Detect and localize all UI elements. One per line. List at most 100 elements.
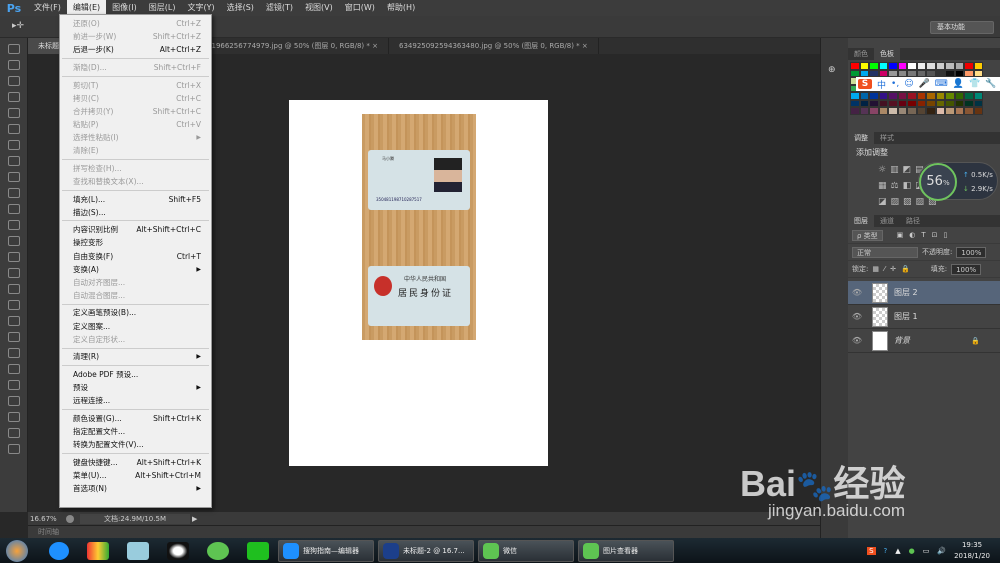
color-swatch[interactable] — [954, 69, 964, 77]
color-swatch[interactable] — [926, 69, 936, 77]
layer-name[interactable]: 背景 — [894, 335, 910, 346]
edit-menu-item[interactable]: 清理(R) ▶ — [60, 350, 211, 363]
color-swatch[interactable] — [869, 107, 879, 115]
tab-document[interactable]: 634925092594363480.jpg @ 50% (图层 0, RGB/… — [389, 38, 599, 54]
edit-menu-item[interactable]: 变换(A) ▶ — [60, 263, 211, 276]
color-swatch[interactable] — [869, 92, 879, 100]
panel-tab[interactable]: 颜色 — [848, 48, 874, 60]
edit-menu-item[interactable]: 首选项(N) ▶ — [60, 482, 211, 495]
color-swatch[interactable] — [935, 99, 945, 107]
tool-button[interactable] — [8, 364, 20, 374]
tool-button[interactable] — [8, 284, 20, 294]
menu-8[interactable]: 窗口(W) — [339, 0, 381, 16]
color-swatch[interactable] — [859, 99, 869, 107]
tool-button[interactable] — [8, 236, 20, 246]
color-swatch[interactable] — [954, 107, 964, 115]
color-swatch[interactable] — [897, 92, 907, 100]
color-swatch[interactable] — [878, 99, 888, 107]
taskbar-button[interactable]: 未标题-2 @ 16.7... — [378, 539, 474, 562]
color-swatch[interactable] — [869, 99, 879, 107]
notepad-icon[interactable] — [127, 541, 149, 560]
move-tool-icon[interactable]: ▸✛ — [12, 21, 24, 31]
edit-menu-item[interactable]: 粘贴(P) Ctrl+V — [60, 118, 211, 131]
color-swatch[interactable] — [878, 92, 888, 100]
info-icon[interactable] — [66, 514, 74, 523]
edit-menu-item[interactable]: 指定配置文件... — [60, 425, 211, 438]
tool-button[interactable] — [8, 188, 20, 198]
panel-tab[interactable]: 样式 — [874, 132, 900, 144]
panel-tab[interactable]: 调整 — [848, 132, 874, 144]
panel-tab[interactable]: 路径 — [900, 215, 926, 227]
skin-icon[interactable]: 👕 — [969, 79, 980, 89]
clock[interactable]: 19:35 2018/1/20 — [954, 540, 990, 562]
color-swatch[interactable] — [850, 92, 860, 100]
color-swatch[interactable] — [850, 62, 860, 70]
history-icon[interactable]: ⊕ — [828, 65, 836, 75]
color-swatch[interactable] — [973, 69, 983, 77]
edit-menu-item[interactable]: 自由变换(F) Ctrl+T — [60, 249, 211, 262]
color-swatch[interactable] — [888, 107, 898, 115]
color-swatch[interactable] — [850, 107, 860, 115]
tool-button[interactable] — [8, 332, 20, 342]
edit-menu-item[interactable]: 渐隐(D)... Shift+Ctrl+F — [60, 61, 211, 74]
tool-button[interactable] — [8, 348, 20, 358]
taskbar-button[interactable]: 微信 — [478, 539, 574, 562]
color-swatch[interactable] — [888, 92, 898, 100]
panel-tab[interactable]: 色板 — [874, 48, 900, 60]
color-swatch[interactable] — [926, 62, 936, 70]
color-swatch[interactable] — [916, 99, 926, 107]
show-hidden-icon[interactable]: ▲ — [895, 547, 900, 555]
ime-mode[interactable]: 中 — [877, 78, 886, 91]
edit-menu-item[interactable]: 填充(L)... Shift+F5 — [60, 193, 211, 206]
color-swatch[interactable] — [945, 92, 955, 100]
color-swatch[interactable] — [907, 107, 917, 115]
lock-icons[interactable]: ▦⁄✛🔒 — [872, 265, 914, 273]
ime-punct[interactable]: •, — [891, 79, 899, 89]
color-swatch[interactable] — [897, 107, 907, 115]
color-swatch[interactable] — [964, 62, 974, 70]
volume-icon[interactable]: 🔊 — [937, 547, 946, 555]
color-swatch[interactable] — [935, 69, 945, 77]
menu-9[interactable]: 帮助(H) — [381, 0, 421, 16]
edit-menu-item[interactable]: 预设 ▶ — [60, 381, 211, 394]
edit-menu-item[interactable]: 查找和替换文本(X)... — [60, 175, 211, 188]
color-swatch[interactable] — [907, 92, 917, 100]
color-swatch[interactable] — [869, 62, 879, 70]
emoji-icon[interactable]: ☺ — [904, 79, 913, 89]
edit-menu-item[interactable]: 描边(S)... — [60, 206, 211, 219]
color-swatch[interactable] — [907, 62, 917, 70]
taskbar-button[interactable]: 搜狗指南—编辑器 — [278, 539, 374, 562]
menu-7[interactable]: 视图(V) — [299, 0, 339, 16]
panel-tab[interactable]: 图层 — [848, 215, 874, 227]
color-swatch[interactable] — [954, 99, 964, 107]
edit-menu-item[interactable]: 转换为配置文件(V)... — [60, 438, 211, 451]
sogou-ime-toolbar[interactable]: S 中 •, ☺ 🎤 ⌨ 👤 👕 🔧 — [856, 77, 1000, 91]
edit-menu-item[interactable]: 定义图案... — [60, 320, 211, 333]
tool-button[interactable] — [8, 428, 20, 438]
edit-menu-item[interactable]: 还原(O) Ctrl+Z — [60, 17, 211, 30]
menu-6[interactable]: 滤镜(T) — [260, 0, 299, 16]
edit-menu-item[interactable]: 合并拷贝(Y) Shift+Ctrl+C — [60, 105, 211, 118]
edit-menu-item[interactable]: 操控变形 — [60, 236, 211, 249]
zoom-level[interactable]: 16.67% — [28, 515, 60, 523]
color-swatch[interactable] — [850, 99, 860, 107]
edit-menu-item[interactable]: 后退一步(K) Alt+Ctrl+Z — [60, 43, 211, 56]
tool-button[interactable] — [8, 204, 20, 214]
color-swatch[interactable] — [888, 69, 898, 77]
user-icon[interactable]: 👤 — [953, 79, 964, 89]
color-swatch[interactable] — [878, 107, 888, 115]
blend-mode-select[interactable]: 正常 — [852, 246, 918, 258]
close-icon[interactable]: × — [580, 42, 588, 50]
workspace-select[interactable]: 基本功能 — [930, 21, 994, 34]
color-swatch[interactable] — [878, 69, 888, 77]
close-icon[interactable]: × — [370, 42, 378, 50]
tool-button[interactable] — [8, 140, 20, 150]
color-swatch[interactable] — [945, 62, 955, 70]
fill-input[interactable]: 100% — [951, 263, 982, 275]
color-swatch[interactable] — [888, 62, 898, 70]
color-swatch[interactable] — [945, 69, 955, 77]
color-swatch[interactable] — [954, 62, 964, 70]
color-swatch[interactable] — [926, 99, 936, 107]
edit-menu-item[interactable]: 远程连接... — [60, 394, 211, 407]
tool-button[interactable] — [8, 108, 20, 118]
